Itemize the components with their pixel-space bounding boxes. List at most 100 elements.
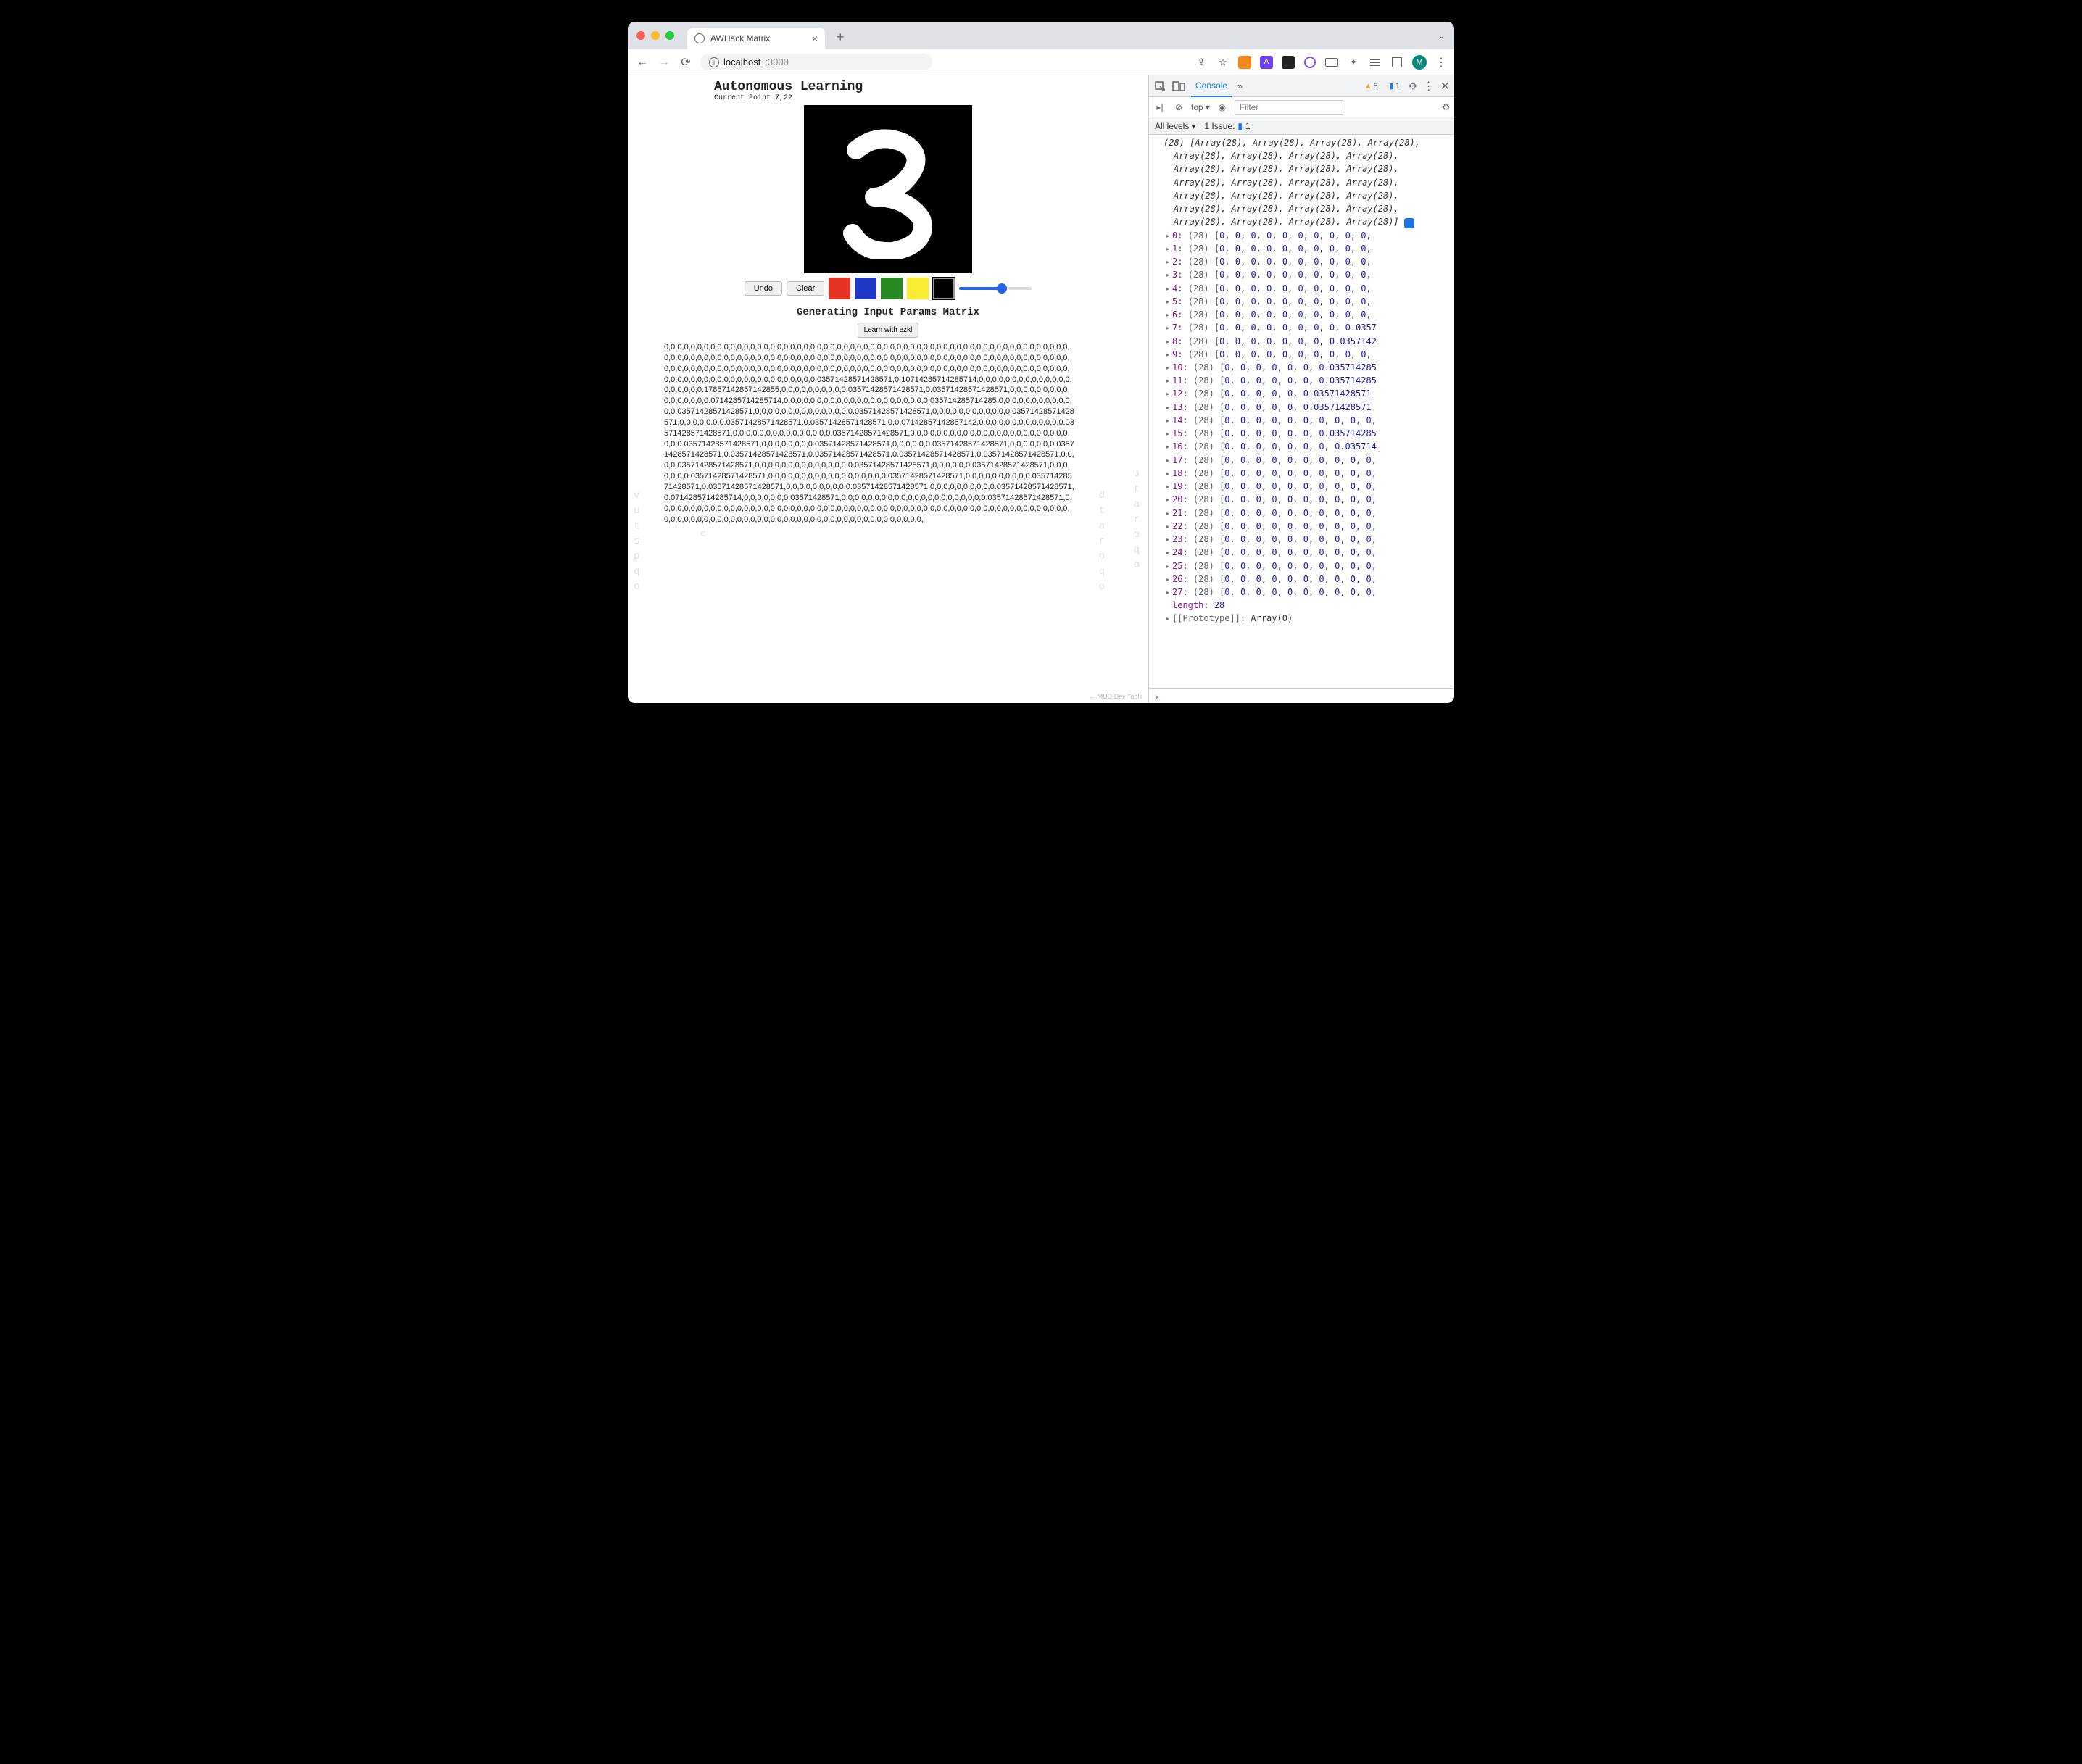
color-black[interactable]: [933, 278, 955, 299]
length-row: length: 28: [1156, 599, 1454, 612]
devtools-panel: Console » ▲5 ▮1 ⚙ ⋮ ✕ ▸| ⊘ top ▾ ◉ ⚙ Al: [1148, 75, 1454, 703]
array-row[interactable]: ▸6: (28) [0, 0, 0, 0, 0, 0, 0, 0, 0, 0,: [1156, 308, 1454, 321]
collapse-icon[interactable]: ▼: [1156, 136, 1164, 149]
console-settings-icon[interactable]: ⚙: [1442, 102, 1450, 112]
settings-icon[interactable]: ⚙: [1409, 80, 1417, 92]
more-tabs-icon[interactable]: »: [1237, 80, 1243, 91]
device-icon[interactable]: [1172, 80, 1185, 93]
array-row[interactable]: ▸22: (28) [0, 0, 0, 0, 0, 0, 0, 0, 0, 0,: [1156, 520, 1454, 533]
site-info-icon[interactable]: i: [709, 57, 719, 67]
browser-tab[interactable]: AWHack Matrix ×: [687, 28, 825, 49]
live-expression-icon[interactable]: ◉: [1216, 101, 1229, 114]
array-row[interactable]: ▸13: (28) [0, 0, 0, 0, 0, 0.03571428571: [1156, 401, 1454, 414]
bg-text-left-2: F p p c: [700, 481, 706, 557]
devtools-menu-icon[interactable]: ⋮: [1423, 79, 1435, 93]
titlebar: AWHack Matrix × + ⌄: [628, 22, 1454, 49]
array-row[interactable]: ▸25: (28) [0, 0, 0, 0, 0, 0, 0, 0, 0, 0,: [1156, 559, 1454, 573]
console-sidebar-icon[interactable]: ▸|: [1153, 101, 1166, 114]
color-red[interactable]: [829, 278, 850, 299]
reload-button[interactable]: ⟳: [679, 55, 693, 70]
minimize-window-button[interactable]: [651, 31, 660, 40]
array-row[interactable]: ▸3: (28) [0, 0, 0, 0, 0, 0, 0, 0, 0, 0,: [1156, 268, 1454, 281]
array-row[interactable]: ▸9: (28) [0, 0, 0, 0, 0, 0, 0, 0, 0, 0,: [1156, 348, 1454, 361]
canvas-toolbar: Undo Clear: [714, 278, 1062, 299]
close-tab-icon[interactable]: ×: [812, 33, 818, 44]
array-row[interactable]: ▸20: (28) [0, 0, 0, 0, 0, 0, 0, 0, 0, 0,: [1156, 493, 1454, 506]
extension-icons: ⇪ ☆ A ✦ M ⋮: [1195, 55, 1447, 70]
extension-circle-icon[interactable]: [1304, 57, 1316, 68]
extension-keyboard-icon[interactable]: [1325, 58, 1338, 67]
extension-dark-icon[interactable]: [1282, 56, 1295, 69]
forward-button[interactable]: →: [657, 56, 671, 69]
new-tab-button[interactable]: +: [837, 30, 845, 45]
clear-button[interactable]: Clear: [787, 281, 824, 296]
array-row[interactable]: ▸18: (28) [0, 0, 0, 0, 0, 0, 0, 0, 0, 0,: [1156, 467, 1454, 480]
array-row[interactable]: ▸0: (28) [0, 0, 0, 0, 0, 0, 0, 0, 0, 0,: [1156, 229, 1454, 242]
devtools-tabbar: Console » ▲5 ▮1 ⚙ ⋮ ✕: [1149, 75, 1454, 97]
matrix-heading: Generating Input Params Matrix: [714, 307, 1062, 318]
back-button[interactable]: ←: [635, 56, 650, 69]
clear-console-icon[interactable]: ⊘: [1172, 101, 1185, 114]
maximize-window-button[interactable]: [665, 31, 674, 40]
array-row[interactable]: ▸5: (28) [0, 0, 0, 0, 0, 0, 0, 0, 0, 0,: [1156, 295, 1454, 308]
page-subtitle: Current Point 7,22: [714, 94, 1062, 102]
array-row[interactable]: ▸2: (28) [0, 0, 0, 0, 0, 0, 0, 0, 0, 0,: [1156, 255, 1454, 268]
globe-icon: [694, 33, 705, 43]
array-header[interactable]: ▼(28) [Array(28), Array(28), Array(28), …: [1156, 136, 1454, 229]
color-blue[interactable]: [855, 278, 876, 299]
color-yellow[interactable]: [907, 278, 929, 299]
array-row[interactable]: ▸7: (28) [0, 0, 0, 0, 0, 0, 0, 0, 0.0357: [1156, 321, 1454, 334]
array-row[interactable]: ▸23: (28) [0, 0, 0, 0, 0, 0, 0, 0, 0, 0,: [1156, 533, 1454, 546]
page-title: Autonomous Learning: [714, 80, 1062, 94]
drawing-canvas[interactable]: [804, 105, 972, 273]
issues-link[interactable]: 1 Issue: ▮ 1: [1204, 121, 1250, 131]
array-row[interactable]: ▸15: (28) [0, 0, 0, 0, 0, 0, 0.035714285: [1156, 427, 1454, 440]
array-row[interactable]: ▸17: (28) [0, 0, 0, 0, 0, 0, 0, 0, 0, 0,: [1156, 454, 1454, 467]
array-row[interactable]: ▸1: (28) [0, 0, 0, 0, 0, 0, 0, 0, 0, 0,: [1156, 242, 1454, 255]
url-field[interactable]: i localhost:3000: [700, 54, 932, 70]
close-devtools-icon[interactable]: ✕: [1440, 79, 1450, 93]
array-row[interactable]: ▸11: (28) [0, 0, 0, 0, 0, 0, 0.035714285: [1156, 374, 1454, 387]
undo-button[interactable]: Undo: [745, 281, 782, 296]
filter-input[interactable]: [1235, 100, 1343, 115]
array-row[interactable]: ▸27: (28) [0, 0, 0, 0, 0, 0, 0, 0, 0, 0,: [1156, 586, 1454, 599]
array-row[interactable]: ▸24: (28) [0, 0, 0, 0, 0, 0, 0, 0, 0, 0,: [1156, 546, 1454, 559]
close-window-button[interactable]: [636, 31, 645, 40]
console-tab[interactable]: Console: [1191, 75, 1232, 97]
menu-icon[interactable]: ⋮: [1435, 55, 1447, 70]
profile-avatar[interactable]: M: [1412, 55, 1427, 70]
array-row[interactable]: ▸16: (28) [0, 0, 0, 0, 0, 0, 0, 0.035714: [1156, 440, 1454, 453]
array-row[interactable]: ▸12: (28) [0, 0, 0, 0, 0, 0.03571428571: [1156, 387, 1454, 400]
metamask-icon[interactable]: [1238, 56, 1251, 69]
levels-selector[interactable]: All levels ▾: [1155, 121, 1195, 131]
tab-list-chevron-icon[interactable]: ⌄: [1438, 30, 1446, 41]
array-row[interactable]: ▸8: (28) [0, 0, 0, 0, 0, 0, 0, 0.0357142: [1156, 335, 1454, 348]
extensions-icon[interactable]: ✦: [1347, 56, 1360, 69]
array-row[interactable]: ▸14: (28) [0, 0, 0, 0, 0, 0, 0, 0, 0, 0,: [1156, 414, 1454, 427]
array-row[interactable]: ▸26: (28) [0, 0, 0, 0, 0, 0, 0, 0, 0, 0,: [1156, 573, 1454, 586]
console-output: ▼(28) [Array(28), Array(28), Array(28), …: [1149, 135, 1454, 688]
share-icon[interactable]: ⇪: [1195, 56, 1208, 69]
array-row[interactable]: ▸19: (28) [0, 0, 0, 0, 0, 0, 0, 0, 0, 0,: [1156, 480, 1454, 493]
panel-icon[interactable]: [1392, 57, 1402, 67]
playlist-icon[interactable]: [1369, 56, 1382, 69]
info-badge[interactable]: ▮1: [1387, 80, 1403, 91]
warnings-badge[interactable]: ▲5: [1361, 81, 1381, 91]
slider-thumb[interactable]: [997, 283, 1007, 294]
inspect-icon[interactable]: [1153, 80, 1166, 93]
context-selector[interactable]: top ▾: [1191, 102, 1210, 112]
color-green[interactable]: [881, 278, 903, 299]
bg-text-right-1: d t a r p q o: [1099, 488, 1105, 595]
array-row[interactable]: ▸4: (28) [0, 0, 0, 0, 0, 0, 0, 0, 0, 0,: [1156, 282, 1454, 295]
bookmark-icon[interactable]: ☆: [1216, 56, 1229, 69]
console-prompt[interactable]: ›: [1149, 688, 1454, 703]
info-icon[interactable]: i: [1404, 218, 1414, 228]
learn-button[interactable]: Learn with ezkl: [858, 323, 919, 338]
browser-window: AWHack Matrix × + ⌄ ← → ⟳ i localhost:30…: [628, 22, 1454, 703]
extension-a-icon[interactable]: A: [1260, 56, 1273, 69]
array-row[interactable]: ▸10: (28) [0, 0, 0, 0, 0, 0, 0.035714285: [1156, 361, 1454, 374]
array-row[interactable]: ▸21: (28) [0, 0, 0, 0, 0, 0, 0, 0, 0, 0,: [1156, 507, 1454, 520]
mud-devtools-label[interactable]: ← MUD Dev Tools: [1089, 693, 1142, 700]
brush-size-slider[interactable]: [959, 287, 1032, 290]
prototype-row[interactable]: ▸[[Prototype]]: Array(0): [1156, 612, 1454, 625]
